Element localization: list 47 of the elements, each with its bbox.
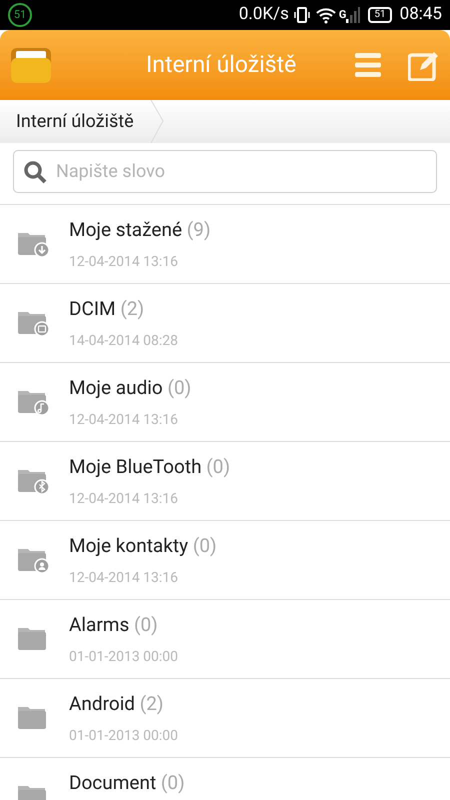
- header-title: Interní úložiště: [146, 50, 296, 80]
- menu-icon[interactable]: [354, 52, 382, 78]
- item-count: (0): [160, 771, 185, 794]
- network-type: G: [338, 6, 346, 23]
- folder-name: Moje stažené: [69, 218, 182, 241]
- notification-badge: 51: [8, 3, 32, 27]
- folder-name: Android: [69, 692, 136, 715]
- clock: 08:45: [400, 3, 442, 26]
- folder-row[interactable]: Moje kontakty (0) 12-04-2014 13:16: [0, 521, 450, 600]
- search-icon: [23, 160, 47, 184]
- folder-row[interactable]: Android (2) 01-01-2013 00:00: [0, 679, 450, 758]
- folder-row[interactable]: Moje audio (0) 12-04-2014 13:16: [0, 363, 450, 442]
- wifi-icon: [314, 6, 337, 24]
- item-count: (0): [192, 534, 217, 557]
- folder-row[interactable]: Alarms (0) 01-01-2013 00:00: [0, 600, 450, 679]
- folder-name: DCIM: [69, 297, 116, 320]
- folder-app-icon[interactable]: [10, 45, 52, 85]
- modified-date: 12-04-2014 13:16: [69, 411, 180, 430]
- folder-name: Moje kontakty: [69, 534, 188, 557]
- folder-name: Moje BlueTooth: [69, 455, 202, 478]
- folder-row[interactable]: Document (0): [0, 758, 450, 800]
- search-field[interactable]: Napište slovo: [13, 150, 437, 193]
- item-count: (2): [120, 297, 144, 320]
- folder-row[interactable]: Moje stažené (9) 12-04-2014 13:16: [0, 205, 450, 284]
- modified-date: 14-04-2014 08:28: [69, 332, 178, 351]
- battery-indicator: 51: [368, 7, 392, 23]
- folder-row[interactable]: DCIM (2) 14-04-2014 08:28: [0, 284, 450, 363]
- folder-name: Document: [69, 771, 156, 794]
- modified-date: 12-04-2014 13:16: [69, 253, 180, 272]
- vibrate-icon: [292, 6, 311, 24]
- item-count: (0): [167, 376, 192, 399]
- item-count: (0): [206, 455, 230, 478]
- folder-name: Moje audio: [69, 376, 163, 399]
- modified-date: 01-01-2013 00:00: [69, 727, 178, 746]
- edit-icon[interactable]: [408, 49, 440, 81]
- chevron-icon: [150, 100, 164, 143]
- item-count: (9): [186, 218, 211, 241]
- folder-name: Alarms: [69, 613, 130, 636]
- item-count: (0): [134, 613, 158, 636]
- breadcrumb-item[interactable]: Interní úložiště: [16, 108, 134, 135]
- modified-date: 12-04-2014 13:16: [69, 490, 180, 509]
- signal-icon: [346, 7, 360, 23]
- modified-date: 01-01-2013 00:00: [69, 648, 178, 667]
- modified-date: 12-04-2014 13:16: [69, 569, 180, 588]
- item-count: (2): [140, 692, 164, 715]
- network-speed: 0.0K/s: [238, 3, 289, 26]
- folder-row[interactable]: Moje BlueTooth (0) 12-04-2014 13:16: [0, 442, 450, 521]
